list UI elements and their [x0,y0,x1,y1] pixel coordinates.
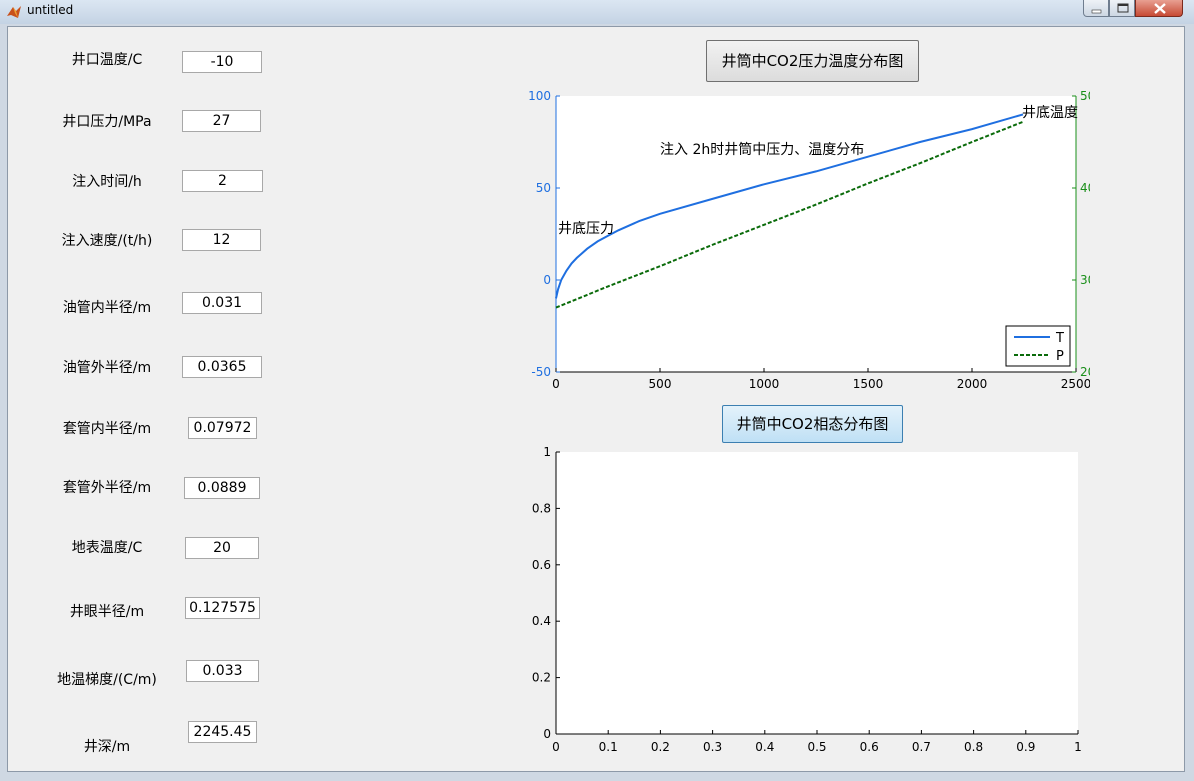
annotation-bottom-pressure: 井底压力 [558,221,614,237]
param-input-injection-time[interactable]: 2 [182,170,263,192]
plot-area [556,96,1076,372]
x-tick-label: 0.5 [807,740,826,754]
right-y-tick-label: 50 [1080,89,1090,103]
param-input-casing-inner-radius[interactable]: 0.07972 [188,417,257,439]
right-y-tick-label: 30 [1080,273,1090,287]
left-y-tick-label: 0 [543,273,551,287]
right-y-tick-label: 40 [1080,181,1090,195]
x-tick-label: 0.7 [912,740,931,754]
left-y-tick-label: 100 [528,89,551,103]
matlab-icon [7,6,21,18]
x-tick-label: 1000 [749,377,780,391]
pressure-temperature-plot-button[interactable]: 井筒中CO2压力温度分布图 [706,40,919,82]
phase-plot-button[interactable]: 井筒中CO2相态分布图 [722,405,903,443]
x-tick-label: 0 [552,377,560,391]
minimize-icon [1091,9,1102,14]
param-label-well-depth: 井深/m [83,739,131,755]
x-tick-label: 0.8 [964,740,983,754]
maximize-button[interactable] [1109,0,1135,17]
x-tick-label: 0 [552,740,560,754]
param-label-wellhead-temp: 井口温度/C [71,52,143,68]
y-tick-label: 0.8 [532,501,551,515]
x-tick-label: 2500 [1061,377,1090,391]
y-tick-label: 0.4 [532,614,551,628]
param-input-borehole-radius[interactable]: 0.127575 [185,597,260,619]
param-label-casing-inner-radius: 套管内半径/m [62,421,152,437]
param-label-casing-outer-radius: 套管外半径/m [62,480,152,496]
maximize-icon [1117,3,1129,13]
x-tick-label: 500 [649,377,672,391]
y-tick-label: 0 [543,727,551,741]
param-label-surface-temp: 地表温度/C [71,540,143,556]
minimize-button[interactable] [1083,0,1109,17]
y-tick-label: 0.2 [532,671,551,685]
right-y-tick-label: 20 [1080,365,1090,379]
annotation-bottom-temperature: 井底温度 [1022,105,1078,121]
pressure-temperature-chart: 05001000150020002500-5005010020304050注入 … [528,89,1090,391]
param-input-well-depth[interactable]: 2245.45 [188,721,257,743]
x-tick-label: 0.6 [860,740,879,754]
x-tick-label: 1500 [853,377,884,391]
legend-label-P: P [1056,349,1064,364]
left-y-tick-label: -50 [531,365,551,379]
x-tick-label: 2000 [957,377,988,391]
phase-distribution-chart: 0 0.1 0.2 0.3 0.4 0.5 0.6 0.7 0.8 0.9 1 0 0.2 0.4 0.6 0… [532,445,1082,754]
param-label-injection-time: 注入时间/h [72,174,142,190]
annotation-title: 注入 2h时井筒中压力、温度分布 [660,141,864,158]
param-label-geothermal-gradient: 地温梯度/(C/m) [57,672,157,688]
param-input-wellhead-temp[interactable]: -10 [182,51,262,73]
param-label-tubing-inner-radius: 油管内半径/m [62,300,152,316]
x-tick-label: 1 [1074,740,1082,754]
left-y-tick-label: 50 [536,181,551,195]
param-label-borehole-radius: 井眼半径/m [69,604,145,620]
param-input-wellhead-pressure[interactable]: 27 [182,110,261,132]
plot-area [556,452,1078,734]
x-tick-label: 0.2 [651,740,670,754]
close-button[interactable] [1135,0,1183,17]
y-tick-label: 1 [543,445,551,459]
param-label-tubing-outer-radius: 油管外半径/m [62,360,152,376]
x-tick-label: 0.9 [1016,740,1035,754]
title-bar: untitled [0,0,1194,24]
param-input-injection-rate[interactable]: 12 [182,229,261,251]
window-title: untitled [27,3,74,17]
param-input-tubing-outer-radius[interactable]: 0.0365 [182,356,262,378]
x-tick-label: 0.4 [755,740,774,754]
param-label-injection-rate: 注入速度/(t/h) [61,233,153,249]
y-tick-label: 0.6 [532,558,551,572]
param-label-wellhead-pressure: 井口压力/MPa [62,114,152,130]
x-tick-label: 0.1 [599,740,618,754]
param-input-geothermal-gradient[interactable]: 0.033 [186,660,259,682]
legend-label-T: T [1055,331,1064,346]
x-tick-label: 0.3 [703,740,722,754]
param-input-casing-outer-radius[interactable]: 0.0889 [184,477,260,499]
param-input-tubing-inner-radius[interactable]: 0.031 [182,292,262,314]
param-input-surface-temp[interactable]: 20 [185,537,259,559]
close-icon [1154,3,1166,14]
